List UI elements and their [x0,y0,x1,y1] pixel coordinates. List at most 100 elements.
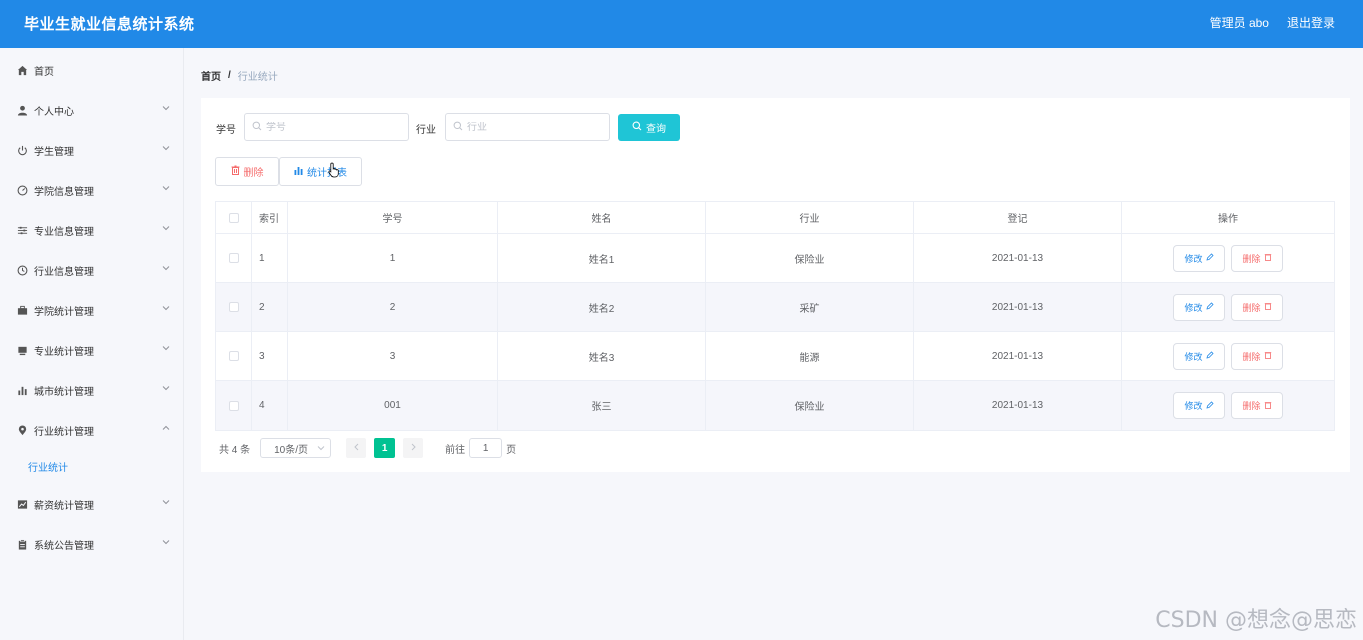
sidebar-item-college-info[interactable]: 学院信息管理 [0,170,184,210]
delete-button-label: 删除 [243,168,264,179]
row-checkbox[interactable] [228,302,239,312]
sidebar-item-industry-info[interactable]: 行业信息管理 [0,250,184,290]
row-delete-button[interactable]: 删除 [1231,244,1283,272]
breadcrumb-home[interactable]: 首页 [201,68,221,83]
cell-date: 2021-01-13 [914,283,1122,331]
delete-label: 删除 [1242,302,1261,313]
cell-index: 2 [252,283,288,331]
chevron-down-icon [162,104,170,112]
cell-index: 3 [252,332,288,380]
chevron-down-icon [162,224,170,232]
row-checkbox[interactable] [228,253,239,263]
stat-report-button[interactable]: 统计报表 [279,157,362,186]
trash-icon [1264,401,1272,411]
chevron-down-icon [162,384,170,392]
industry-input[interactable] [467,121,587,133]
cell-name: 姓名1 [498,234,706,282]
sidebar-item-label: 个人中心 [34,106,74,118]
row-checkbox[interactable] [228,400,239,411]
cell-name: 张三 [498,381,706,430]
admin-user-label[interactable]: 管理员 abo [1210,14,1269,31]
dashboard-icon [16,184,28,196]
goto-page-input[interactable] [469,438,503,458]
prev-page-button[interactable] [346,438,367,458]
industry-field[interactable] [445,113,610,141]
sidebar-item-label: 专业统计管理 [34,346,94,358]
sidebar-item-announcement[interactable]: 系统公告管理 [0,524,184,564]
header-industry: 行业 [706,202,914,233]
sidebar-item-industry-stats[interactable]: 行业统计管理 [0,410,184,450]
monitor-icon [16,344,28,356]
sidebar-item-label: 行业统计管理 [34,426,94,438]
sidebar-item-label: 城市统计管理 [34,386,94,398]
sidebar-item-salary-stats[interactable]: 薪资统计管理 [0,484,184,524]
cell-industry: 保险业 [706,234,914,282]
cell-industry: 保险业 [706,381,914,430]
total-count: 4 [231,444,238,456]
header-name: 姓名 [498,202,706,233]
bar-chart-icon [16,384,28,396]
edit-label: 修改 [1184,401,1203,411]
header-actions: 操作 [1218,214,1238,225]
sidebar-item-major-info[interactable]: 专业信息管理 [0,210,184,250]
next-page-button[interactable] [403,438,424,458]
student-id-field[interactable] [244,113,409,141]
page-size-select[interactable]: 10条/页 [260,438,332,458]
select-all-checkbox[interactable] [228,212,239,223]
cell-index: 4 [252,381,288,430]
edit-label: 修改 [1184,351,1203,362]
sidebar-item-label: 专业信息管理 [34,226,94,238]
logout-link[interactable]: 退出登录 [1287,14,1335,31]
sidebar-item-label: 系统公告管理 [34,540,94,552]
cell-industry: 采矿 [706,283,914,331]
chevron-right-icon [410,443,417,454]
query-button-label: 查询 [646,124,666,135]
app-title: 毕业生就业信息统计系统 [24,16,195,33]
sidebar-item-label: 薪资统计管理 [34,500,94,512]
query-button[interactable]: 查询 [618,114,680,141]
header-student-id: 学号 [288,202,498,233]
chevron-down-icon [162,144,170,152]
clock-icon [16,264,28,276]
edit-button[interactable]: 修改 [1173,293,1225,321]
chevron-left-icon [353,443,360,454]
batch-delete-button[interactable]: 删除 [215,157,279,186]
sidebar: 首页 个人中心 学生管理 学院信息管理 专业信息管理 行业信息管理 学院统计管理… [0,48,184,640]
cell-name: 姓名3 [498,332,706,380]
row-delete-button[interactable]: 删除 [1231,293,1283,321]
chevron-down-icon [162,498,170,506]
sidebar-item-home[interactable]: 首页 [0,50,184,90]
page-number-active[interactable]: 1 [374,438,396,458]
goto-suffix: 页 [506,444,517,456]
edit-button[interactable]: 修改 [1173,244,1225,272]
sidebar-item-city-stats[interactable]: 城市统计管理 [0,370,184,410]
delete-label: 删除 [1242,253,1261,264]
edit-button[interactable]: 修改 [1173,342,1225,370]
header-date: 登记 [914,202,1122,233]
row-delete-button[interactable]: 删除 [1231,392,1283,419]
chevron-up-icon [162,424,170,432]
sidebar-item-personal-center[interactable]: 个人中心 [0,90,184,130]
row-checkbox[interactable] [228,351,239,361]
breadcrumb: 首页 / 行业统计 [201,68,278,83]
watermark: CSDN @想念@思恋 [1155,608,1357,633]
edit-button[interactable]: 修改 [1173,392,1225,419]
line-chart-icon [16,498,28,510]
table-row: 1 1 姓名1 保险业 2021-01-13 修改 删除 [216,234,1334,283]
search-icon [632,121,642,134]
edit-icon [1205,351,1214,361]
sidebar-item-major-stats[interactable]: 专业统计管理 [0,330,184,370]
total-prefix: 共 [219,444,229,456]
header-index: 索引 [252,202,288,233]
sidebar-item-student-management[interactable]: 学生管理 [0,130,184,170]
cell-student-id: 2 [288,283,498,331]
student-id-input[interactable] [266,121,386,133]
sliders-icon [16,224,28,236]
chevron-down-icon [162,344,170,352]
data-table: 索引 学号 姓名 行业 登记 操作 1 1 姓名1 保险业 2021-01-13… [215,201,1335,431]
edit-icon [1205,400,1214,411]
sidebar-item-college-stats[interactable]: 学院统计管理 [0,290,184,330]
row-delete-button[interactable]: 删除 [1231,342,1283,370]
cell-name: 姓名2 [498,283,706,331]
sidebar-subitem-industry-stats[interactable]: 行业统计 [28,459,68,474]
